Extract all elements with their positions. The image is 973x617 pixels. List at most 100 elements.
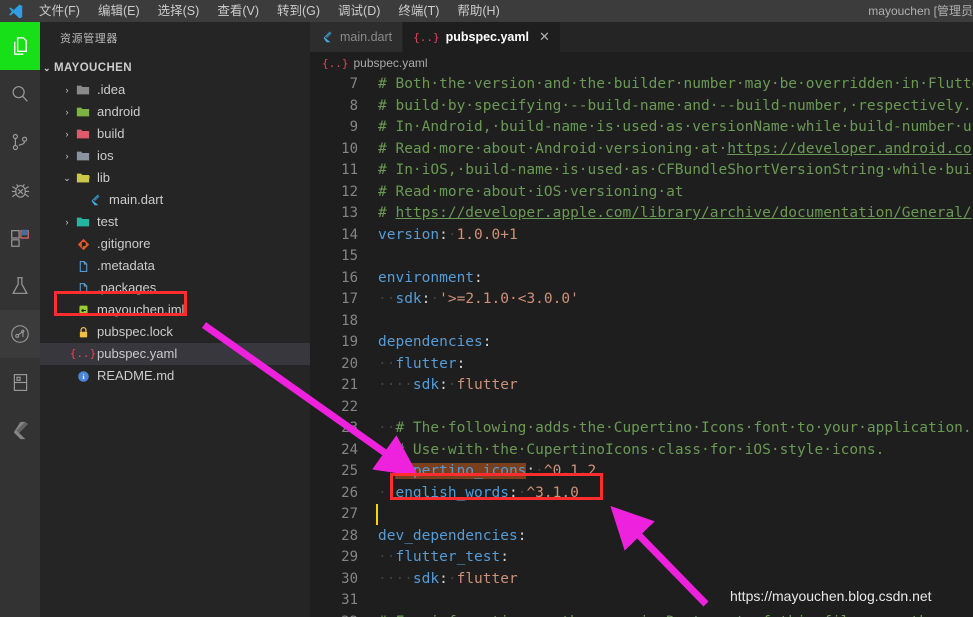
code-line: 32 # For·information·on·the·generic·Dart·… [310, 612, 973, 617]
tree-item-label: .gitignore [97, 236, 151, 251]
line-number: 14 [341, 226, 358, 243]
activity-dart-circle-icon[interactable] [0, 310, 40, 358]
title-bar: 文件(F) 编辑(E) 选择(S) 查看(V) 转到(G) 调试(D) 终端(T) 帮助(H)… [0, 0, 973, 22]
tree-item-pubspec-yaml[interactable]: {..} pubspec.yaml [40, 343, 310, 365]
line-number: 31 [341, 592, 358, 608]
code-text: ··flutter_test: [378, 549, 509, 565]
tree-item-label: README.md [97, 368, 175, 383]
code-content[interactable]: 7 # Both·the·version·and·the·builder·numb… [310, 74, 973, 617]
line-number: 20 [341, 355, 358, 372]
explorer-root-folder[interactable]: ⌄ MAYOUCHEN [40, 57, 310, 79]
code-line: 18 [310, 311, 973, 333]
git-icon [74, 238, 92, 251]
code-line: 26 ··english_words:·^3.1.0 [310, 483, 973, 505]
folder-icon [74, 105, 92, 119]
line-number: 9 [349, 119, 358, 135]
tree-item-mayouchen-iml[interactable]: mayouchen.iml [40, 299, 310, 321]
watermark-url: https://mayouchen.blog.csdn.net [730, 588, 932, 604]
activity-testing-flask-icon[interactable] [0, 262, 40, 310]
activity-explorer-icon[interactable] [0, 22, 40, 70]
code-text: environment: [378, 269, 483, 286]
line-number: 30 [341, 570, 358, 587]
tree-item-label: ios [97, 148, 114, 163]
menu-edit[interactable]: 编辑(E) [89, 0, 149, 22]
code-text: # build·by·specifying·--build-name·and·-… [378, 97, 972, 114]
close-icon[interactable]: ✕ [539, 29, 550, 45]
vscode-window: 文件(F) 编辑(E) 选择(S) 查看(V) 转到(G) 调试(D) 终端(T) 帮助(H)… [0, 0, 973, 617]
editor-tab-pubspec-yaml[interactable]: {..} pubspec.yaml ✕ [403, 22, 561, 52]
menu-help[interactable]: 帮助(H) [448, 0, 508, 22]
tree-item-packages[interactable]: .packages [40, 277, 310, 299]
line-number: 19 [341, 334, 358, 350]
code-line: 24 ··# Use·with·the·CupertinoIcons·class·… [310, 440, 973, 462]
line-number: 26 [341, 484, 358, 501]
explorer-title: 资源管理器 [60, 33, 118, 45]
line-number: 21 [341, 377, 358, 393]
menu-debug[interactable]: 调试(D) [329, 0, 389, 22]
menu-selection[interactable]: 选择(S) [149, 0, 209, 22]
tree-item-idea[interactable]: › .idea [40, 79, 310, 101]
menu-terminal[interactable]: 终端(T) [389, 0, 448, 22]
code-text: # In·Android,·build-name·is·used·as·vers… [378, 119, 972, 135]
code-line: 28 dev_dependencies: [310, 526, 973, 548]
code-line: 27 [310, 504, 973, 526]
code-line: 14 version:·1.0.0+1 [310, 225, 973, 247]
editor-tab-main-dart[interactable]: main.dart [310, 22, 404, 52]
line-number: 8 [349, 97, 358, 114]
code-line: 29 ··flutter_test: [310, 547, 973, 569]
editor-area: main.dart {..} pubspec.yaml ✕ {..} pubspec.… [310, 22, 973, 617]
tree-item-label: .metadata [97, 258, 155, 273]
info-icon [74, 370, 92, 383]
activity-debug-icon[interactable] [0, 166, 40, 214]
line-number: 15 [341, 248, 358, 264]
tree-item-lib[interactable]: ⌄ lib [40, 167, 310, 189]
chevron-right-icon: › [65, 107, 69, 117]
folder-icon [74, 215, 92, 229]
breadcrumb[interactable]: {..} pubspec.yaml [310, 52, 973, 74]
menu-view[interactable]: 查看(V) [208, 0, 268, 22]
chevron-right-icon: › [65, 85, 69, 95]
menu-go[interactable]: 转到(G) [268, 0, 329, 22]
chevron-right-icon: › [65, 129, 69, 139]
tree-item-pubspec-lock[interactable]: pubspec.lock [40, 321, 310, 343]
code-line: 10 # Read·more·about·Android·versioning·a… [310, 139, 973, 161]
tree-item-gitignore[interactable]: .gitignore [40, 233, 310, 255]
code-text: # Both·the·version·and·the·builder·numbe… [378, 76, 973, 92]
window-title: mayouchen [管理员 [868, 4, 973, 18]
chevron-down-icon: ⌄ [43, 63, 51, 73]
activity-flutter-icon[interactable] [0, 406, 40, 454]
code-line: 30 ····sdk:·flutter [310, 569, 973, 591]
activity-source-control-icon[interactable] [0, 118, 40, 166]
tree-item-label: .idea [97, 82, 126, 97]
vscode-logo-icon [0, 0, 30, 22]
line-number: 7 [349, 76, 358, 92]
menu-file[interactable]: 文件(F) [30, 0, 89, 22]
tree-item-metadata[interactable]: .metadata [40, 255, 310, 277]
line-number: 28 [341, 527, 358, 544]
line-number: 17 [341, 291, 358, 307]
editor-tab-bar: main.dart {..} pubspec.yaml ✕ [310, 22, 973, 52]
tree-item-readme-md[interactable]: README.md [40, 365, 310, 387]
code-text: ··cupertino_icons:·^0.1.2 [378, 463, 597, 479]
activity-panel-layout-icon[interactable] [0, 358, 40, 406]
tree-item-main-dart[interactable]: main.dart [40, 189, 310, 211]
code-line: 21 ····sdk:·flutter [310, 375, 973, 397]
tree-item-ios[interactable]: › ios [40, 145, 310, 167]
line-number: 25 [341, 463, 358, 479]
activity-extensions-icon[interactable] [0, 214, 40, 262]
line-number: 11 [341, 162, 358, 178]
line-number: 27 [341, 506, 358, 522]
activity-search-icon[interactable] [0, 70, 40, 118]
file-icon [74, 282, 92, 295]
tree-item-build[interactable]: › build [40, 123, 310, 145]
line-number: 32 [310, 612, 358, 617]
code-text: # https://developer.apple.com/library/ar… [378, 205, 972, 221]
code-text: # For·information·on·the·generic·Dart·pa… [378, 612, 937, 617]
line-number: 10 [341, 140, 358, 157]
dart-file-icon [86, 193, 104, 207]
dart-file-icon [320, 30, 334, 44]
tree-item-test[interactable]: › test [40, 211, 310, 233]
tree-item-android[interactable]: › android [40, 101, 310, 123]
tree-item-label: .packages [97, 280, 157, 295]
code-text: # Read·more·about·iOS·versioning·at [378, 183, 684, 200]
